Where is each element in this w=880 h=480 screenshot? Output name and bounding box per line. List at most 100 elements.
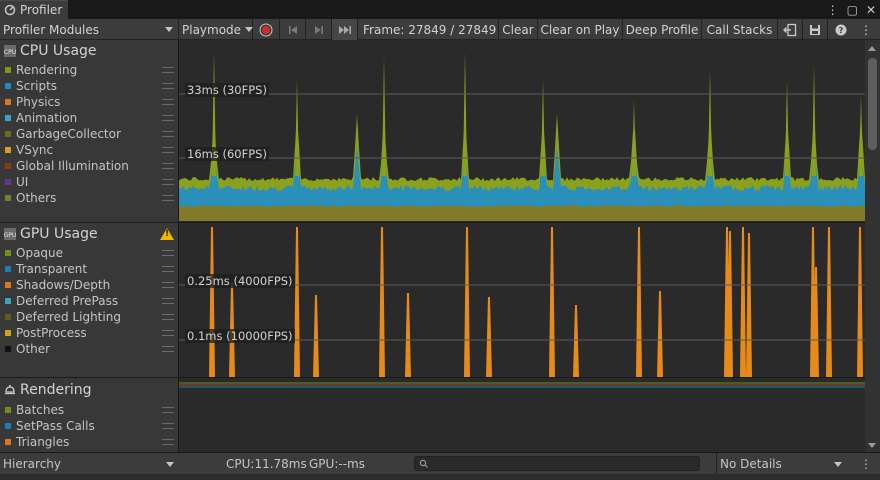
modules-panel: CPU CPU Usage Rendering Scripts Physics Ani… xyxy=(0,40,179,452)
gpu-legend-item[interactable]: Other xyxy=(0,341,179,357)
scroll-up-icon[interactable] xyxy=(868,46,876,51)
legend-label: Transparent xyxy=(16,262,88,276)
rendering-legend-item[interactable]: Batches xyxy=(0,402,179,418)
drag-handle-icon[interactable] xyxy=(162,346,174,352)
cpu-time-label: CPU:11.78ms xyxy=(226,457,307,471)
drag-handle-icon[interactable] xyxy=(162,83,174,89)
drag-handle-icon[interactable] xyxy=(162,179,174,185)
next-frame-icon xyxy=(314,25,323,34)
toolbar-more-button[interactable]: ⋮ xyxy=(856,19,876,40)
gpu-legend-item[interactable]: Deferred PrePass xyxy=(0,293,179,309)
gpu-module-header[interactable]: GPU GPU Usage xyxy=(0,223,179,245)
record-button[interactable] xyxy=(253,19,280,40)
window-menu-button[interactable]: ⋮ xyxy=(827,3,839,17)
legend-label: Deferred Lighting xyxy=(16,310,121,324)
drag-handle-icon[interactable] xyxy=(162,115,174,121)
cpu-legend-item[interactable]: Scripts xyxy=(0,78,179,94)
close-button[interactable]: ✕ xyxy=(866,3,876,17)
gpu-time-label: GPU:--ms xyxy=(309,457,365,471)
cpu-legend-item[interactable]: Physics xyxy=(0,94,179,110)
legend-label: Rendering xyxy=(16,63,78,77)
hierarchy-dropdown[interactable]: Hierarchy xyxy=(0,453,179,475)
drag-handle-icon[interactable] xyxy=(162,266,174,272)
gpu-time: GPU:--ms xyxy=(309,453,365,475)
clear-button[interactable]: Clear xyxy=(499,19,538,40)
drag-handle-icon[interactable] xyxy=(162,439,174,445)
gpu-spike xyxy=(636,227,642,377)
vertical-scrollbar[interactable] xyxy=(865,40,880,452)
rendering-legend-item[interactable]: SetPass Calls xyxy=(0,418,179,434)
rendering-legend-item[interactable]: Triangles xyxy=(0,434,179,450)
call-stacks-label: Call Stacks xyxy=(706,22,773,37)
cpu-legend-item[interactable]: Animation xyxy=(0,110,179,126)
rendering-module-header[interactable]: Rendering xyxy=(0,378,179,402)
previous-frame-button[interactable] xyxy=(280,19,306,40)
drag-handle-icon[interactable] xyxy=(162,250,174,256)
deep-profile-button[interactable]: Deep Profile xyxy=(623,19,702,40)
drag-handle-icon[interactable] xyxy=(162,407,174,413)
help-button[interactable]: ? xyxy=(828,19,854,40)
search-icon xyxy=(419,459,428,468)
drag-handle-icon[interactable] xyxy=(162,99,174,105)
save-button[interactable] xyxy=(803,19,828,40)
playmode-dropdown[interactable]: Playmode xyxy=(179,19,254,40)
drag-handle-icon[interactable] xyxy=(162,195,174,201)
details-dropdown[interactable]: No Details xyxy=(716,453,846,475)
cpu-legend-item[interactable]: Rendering xyxy=(0,62,179,78)
cpu-legend-item[interactable]: Others xyxy=(0,190,179,206)
gpu-legend-item[interactable]: Transparent xyxy=(0,261,179,277)
cpu-legend-item[interactable]: VSync xyxy=(0,142,179,158)
gpu-legend-item[interactable]: PostProcess xyxy=(0,325,179,341)
profiler-tab[interactable]: Profiler xyxy=(0,0,68,19)
gpu-legend-item[interactable]: Opaque xyxy=(0,245,179,261)
drag-handle-icon[interactable] xyxy=(162,147,174,153)
cpu-legend-item[interactable]: GarbageCollector xyxy=(0,126,179,142)
gpu-spike xyxy=(740,227,746,377)
rendering-module-panel[interactable]: Rendering Batches SetPass Calls Triangles xyxy=(0,378,179,452)
gpu-module-panel[interactable]: GPU GPU Usage Opaque Transparent Shadows/D… xyxy=(0,223,179,378)
drag-handle-icon[interactable] xyxy=(162,423,174,429)
drag-handle-icon[interactable] xyxy=(162,298,174,304)
legend-color-swatch xyxy=(5,282,11,288)
legend-label: Scripts xyxy=(16,79,58,93)
legend-color-swatch xyxy=(5,179,11,185)
gpu-legend-item[interactable]: Deferred Lighting xyxy=(0,309,179,325)
drag-handle-icon[interactable] xyxy=(162,314,174,320)
details-toolbar: Hierarchy CPU:11.78ms GPU:--ms No Detail… xyxy=(0,452,880,475)
drag-handle-icon[interactable] xyxy=(162,282,174,288)
profiler-modules-dropdown[interactable]: Profiler Modules xyxy=(0,19,179,40)
warning-icon[interactable] xyxy=(160,228,174,240)
scrollbar-thumb[interactable] xyxy=(868,58,877,150)
search-input[interactable] xyxy=(414,456,700,471)
rendering-teapot-icon xyxy=(3,383,17,397)
rendering-chart[interactable] xyxy=(179,378,865,452)
legend-color-swatch xyxy=(5,407,11,413)
gpu-spike xyxy=(379,227,385,377)
cpu-legend-item[interactable]: UI xyxy=(0,174,179,190)
details-more-button[interactable]: ⋮ xyxy=(856,453,876,475)
drag-handle-icon[interactable] xyxy=(162,330,174,336)
cpu-module-panel[interactable]: CPU CPU Usage Rendering Scripts Physics Ani… xyxy=(0,40,179,223)
drag-handle-icon[interactable] xyxy=(162,67,174,73)
cpu-spike xyxy=(708,70,712,176)
cpu-legend-item[interactable]: Global Illumination xyxy=(0,158,179,174)
cpu-usage-chart[interactable]: 33ms (30FPS) 16ms (60FPS) xyxy=(179,40,865,223)
profiler-modules-label: Profiler Modules xyxy=(3,22,99,37)
scroll-down-icon[interactable] xyxy=(868,443,876,448)
current-frame-button[interactable] xyxy=(332,19,358,40)
legend-label: Physics xyxy=(16,95,61,109)
load-button[interactable] xyxy=(778,19,803,40)
charts-area[interactable]: 33ms (30FPS) 16ms (60FPS) 0.25ms (4000FP… xyxy=(179,40,865,452)
gpu-usage-chart[interactable]: 0.25ms (4000FPS) 0.1ms (10000FPS) xyxy=(179,223,865,378)
gpu-legend-item[interactable]: Shadows/Depth xyxy=(0,277,179,293)
chevron-down-icon xyxy=(834,461,842,467)
previous-frame-icon xyxy=(288,25,297,34)
clear-on-play-button[interactable]: Clear on Play xyxy=(538,19,623,40)
call-stacks-button[interactable]: Call Stacks xyxy=(702,19,778,40)
drag-handle-icon[interactable] xyxy=(162,131,174,137)
drag-handle-icon[interactable] xyxy=(162,163,174,169)
next-frame-button[interactable] xyxy=(306,19,332,40)
tab-title: Profiler xyxy=(20,3,63,17)
maximize-button[interactable]: ▢ xyxy=(847,3,858,17)
cpu-module-header[interactable]: CPU CPU Usage xyxy=(0,40,179,62)
